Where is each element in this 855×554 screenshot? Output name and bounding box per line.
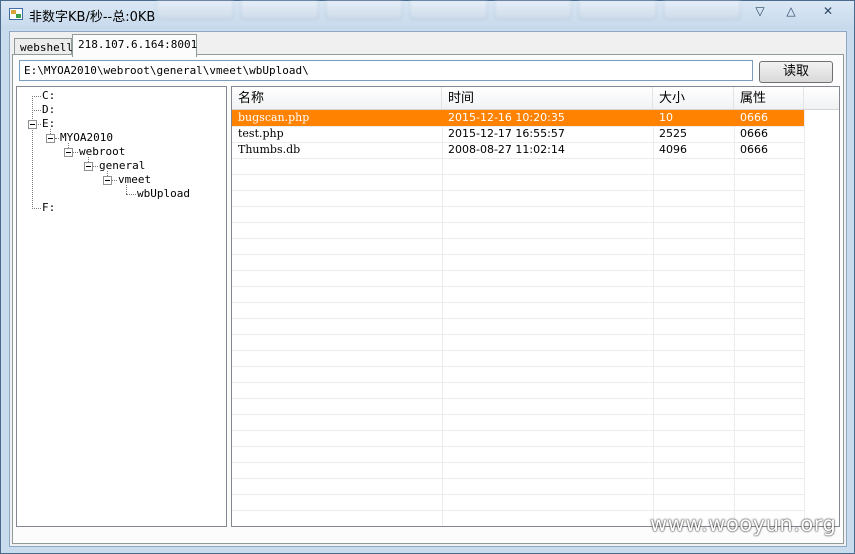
tree-node-webroot[interactable]: webroot bbox=[79, 145, 125, 159]
tree-node-wbupload[interactable]: wbUpload bbox=[137, 187, 190, 201]
file-list[interactable]: 名称 时间 大小 属性 bugscan.php 2015-12-16 10:20… bbox=[231, 86, 840, 527]
tree-node-drive-c[interactable]: C: bbox=[42, 89, 55, 103]
client-area: webshell 218.107.6.164:8001 E:\MYOA2010\… bbox=[9, 31, 847, 547]
file-time: 2008-08-27 11:02:14 bbox=[448, 143, 565, 156]
tree-node-drive-e[interactable]: E: bbox=[42, 117, 55, 131]
background-tab bbox=[240, 1, 319, 20]
file-list-header: 名称 时间 大小 属性 bbox=[232, 87, 839, 110]
close-button[interactable]: ✕ bbox=[809, 1, 847, 21]
minimize-button[interactable]: ▽ bbox=[744, 1, 776, 21]
file-time: 2015-12-16 10:20:35 bbox=[448, 111, 565, 124]
window-title: 非数字KB/秒--总:0KB bbox=[29, 10, 156, 25]
app-window-icon bbox=[9, 8, 23, 20]
background-taskbar-tabs bbox=[156, 1, 741, 21]
column-header-size[interactable]: 大小 bbox=[653, 87, 734, 109]
file-name: Thumbs.db bbox=[238, 143, 301, 156]
table-row[interactable]: bugscan.php 2015-12-16 10:20:35 10 0666 bbox=[232, 110, 804, 126]
tree-node-drive-d[interactable]: D: bbox=[42, 103, 55, 117]
watermark: www.wooyun.org bbox=[650, 512, 837, 536]
collapse-toggle-icon[interactable] bbox=[28, 120, 37, 129]
collapse-toggle-icon[interactable] bbox=[103, 176, 112, 185]
background-tab bbox=[662, 1, 741, 20]
column-header-attr[interactable]: 属性 bbox=[734, 87, 804, 109]
file-time: 2015-12-17 16:55:57 bbox=[448, 127, 565, 140]
column-header-time[interactable]: 时间 bbox=[442, 87, 653, 109]
tab-page: E:\MYOA2010\webroot\general\vmeet\wbUplo… bbox=[12, 54, 844, 544]
background-tab bbox=[409, 1, 488, 20]
background-tab bbox=[578, 1, 657, 20]
table-row[interactable]: Thumbs.db 2008-08-27 11:02:14 4096 0666 bbox=[232, 142, 804, 158]
file-size: 2525 bbox=[659, 127, 687, 140]
path-input[interactable]: E:\MYOA2010\webroot\general\vmeet\wbUplo… bbox=[19, 60, 753, 81]
file-name: bugscan.php bbox=[238, 111, 310, 124]
collapse-toggle-icon[interactable] bbox=[84, 162, 93, 171]
background-tab bbox=[156, 1, 235, 20]
column-header-name[interactable]: 名称 bbox=[232, 87, 442, 109]
file-size: 4096 bbox=[659, 143, 687, 156]
maximize-button[interactable]: △ bbox=[775, 1, 807, 21]
title-bar[interactable]: 非数字KB/秒--总:0KB ▽ △ ✕ bbox=[1, 1, 854, 29]
tree-node-vmeet[interactable]: vmeet bbox=[118, 173, 151, 187]
tree-node-drive-f[interactable]: F: bbox=[42, 201, 55, 215]
file-name: test.php bbox=[238, 127, 284, 140]
file-attr: 0666 bbox=[740, 127, 768, 140]
read-button[interactable]: 读取 bbox=[759, 61, 833, 83]
collapse-toggle-icon[interactable] bbox=[46, 134, 55, 143]
background-tab bbox=[324, 1, 404, 20]
background-tab bbox=[493, 1, 573, 20]
directory-tree[interactable]: C: D: E: MYOA2010 webroot general vmeet … bbox=[16, 86, 227, 527]
file-attr: 0666 bbox=[740, 143, 768, 156]
tree-node-general[interactable]: general bbox=[99, 159, 145, 173]
file-attr: 0666 bbox=[740, 111, 768, 124]
app-window: 非数字KB/秒--总:0KB ▽ △ ✕ webshell 218.107.6.… bbox=[0, 0, 855, 554]
tab-host[interactable]: 218.107.6.164:8001 bbox=[72, 34, 197, 57]
table-row[interactable]: test.php 2015-12-17 16:55:57 2525 0666 bbox=[232, 126, 804, 142]
collapse-toggle-icon[interactable] bbox=[64, 148, 73, 157]
file-size: 10 bbox=[659, 111, 673, 124]
